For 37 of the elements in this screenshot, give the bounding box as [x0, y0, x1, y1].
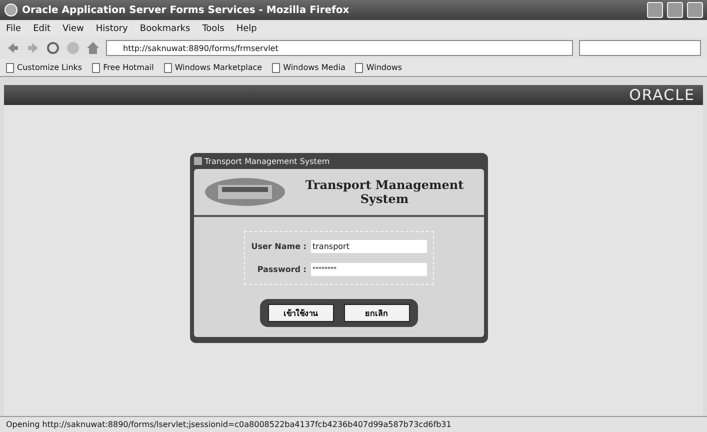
back-icon[interactable]	[6, 41, 20, 55]
bookmark-link[interactable]: Windows Media	[283, 63, 346, 72]
bookmark-link[interactable]: Windows Marketplace	[174, 63, 262, 72]
window-title: Oracle Application Server Forms Services - Mozilla Firefox	[22, 4, 350, 16]
menu-item[interactable]: File	[6, 24, 22, 34]
reload-icon[interactable]	[46, 41, 60, 55]
menu-item[interactable]: History	[96, 24, 128, 34]
page-icon	[355, 62, 364, 72]
dialog-button[interactable]: เข้าใช้งาน	[268, 304, 334, 322]
minimize-button[interactable]	[647, 2, 663, 18]
status-text: Opening http://saknuwat:8890/forms/lservlet;jsessionid=c0a8008522ba4137fcb4236b407d99a587b73cd6fb31	[0, 416, 707, 432]
search-field[interactable]	[579, 40, 701, 56]
input-field[interactable]: transport	[310, 240, 426, 253]
home-icon[interactable]	[86, 41, 100, 55]
page-icon	[164, 62, 172, 72]
app-heading: Transport Management System	[304, 178, 465, 206]
dialog-title: Transport Management System	[204, 156, 330, 166]
menu-item[interactable]: Bookmarks	[140, 24, 190, 34]
forward-icon[interactable]	[26, 41, 40, 55]
address-field[interactable]: http://saknuwat:8890/forms/frmservlet	[106, 40, 573, 56]
menu-item[interactable]: Edit	[33, 24, 50, 34]
bookmark-link[interactable]: Windows	[366, 63, 402, 72]
maximize-button[interactable]	[667, 2, 683, 18]
app-icon	[194, 157, 202, 165]
bookmark-link[interactable]: Free Hotmail	[103, 63, 154, 72]
dialog-button[interactable]: ยกเลิก	[344, 304, 410, 322]
field-label: Password :	[256, 265, 306, 274]
field-label: User Name :	[250, 242, 306, 251]
menu-item[interactable]: Tools	[202, 24, 224, 34]
bookmark-link[interactable]: Customize Links	[17, 63, 82, 72]
menu-item[interactable]: Help	[236, 24, 257, 34]
menu-item[interactable]: View	[62, 24, 84, 34]
page-icon	[6, 62, 14, 72]
close-button[interactable]	[687, 2, 703, 18]
page-icon	[92, 62, 100, 72]
oracle-logo: ORACLE	[629, 86, 695, 104]
page-icon	[272, 62, 280, 72]
